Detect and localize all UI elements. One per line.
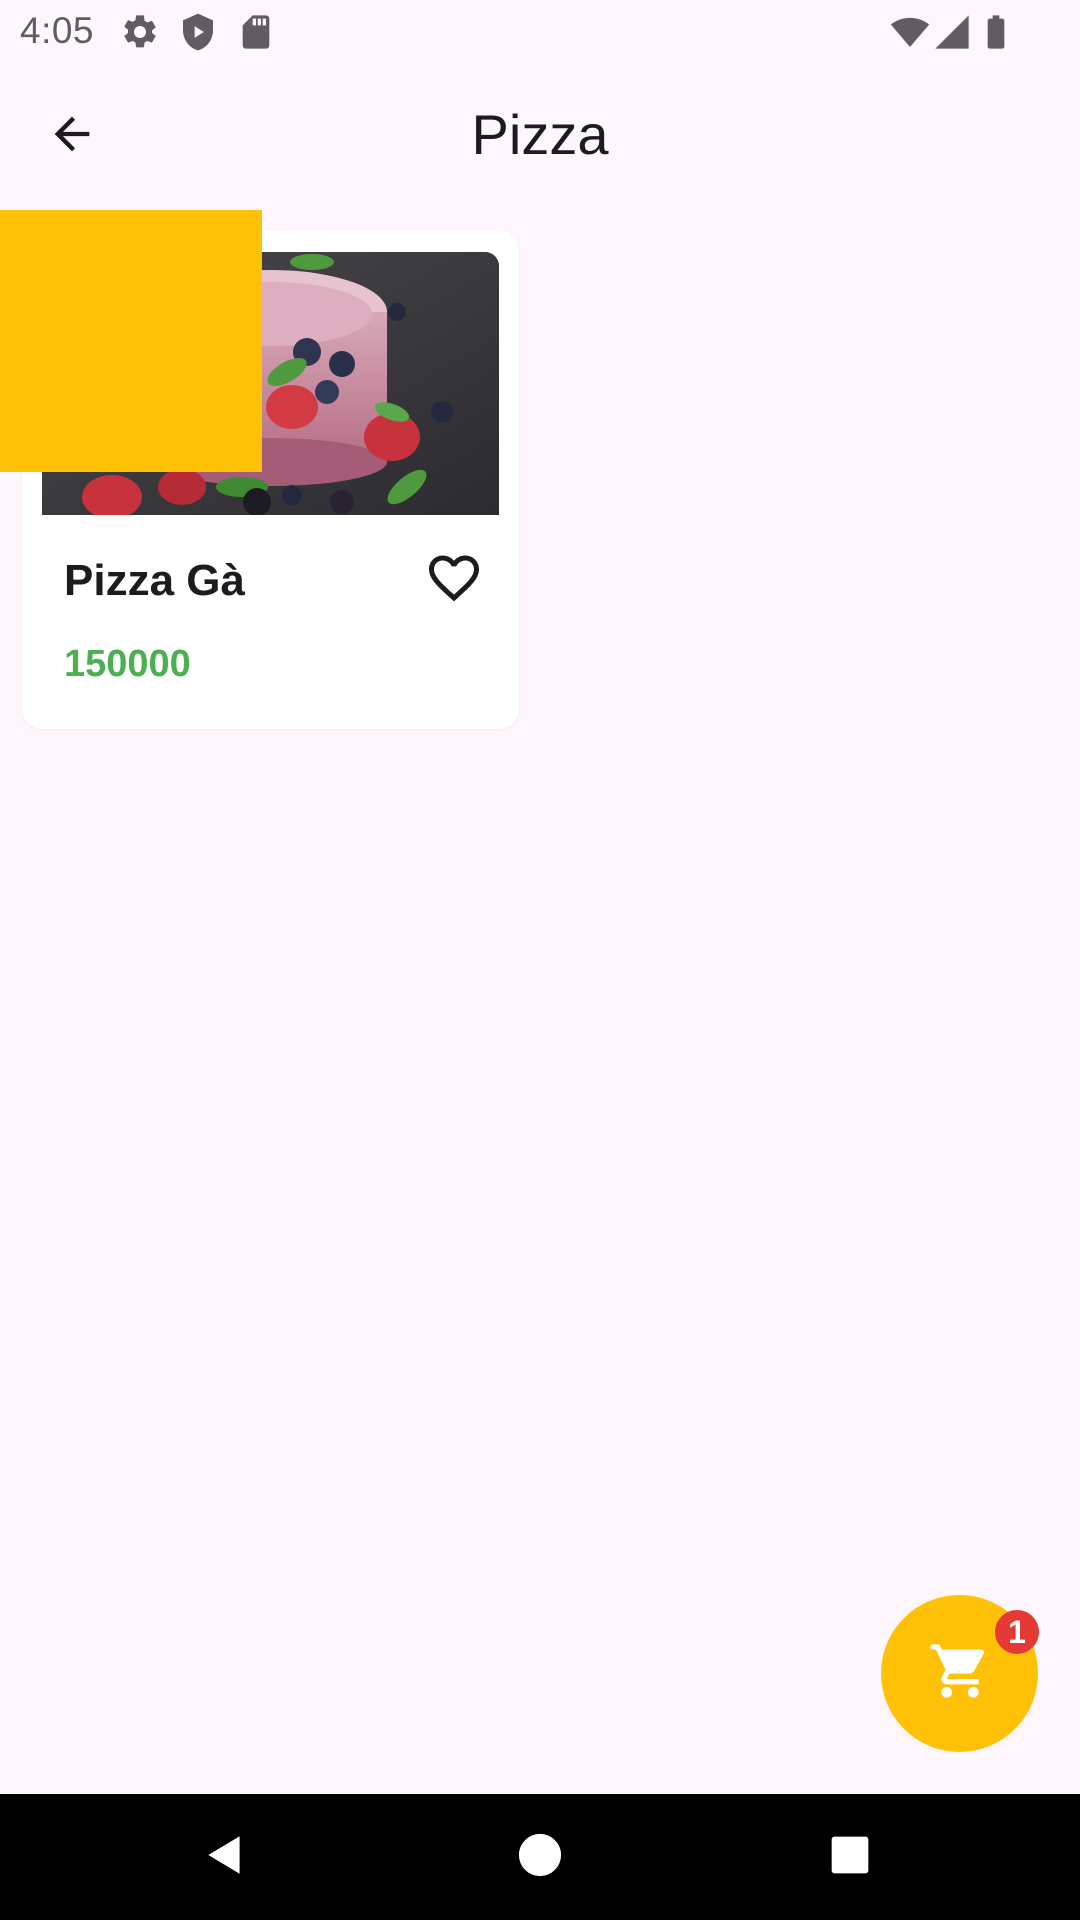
cart-badge: 1: [995, 1610, 1039, 1654]
shopping-cart-icon: [928, 1639, 992, 1708]
heart-outline-icon: [424, 548, 484, 613]
signal-icon: [932, 12, 972, 52]
product-name: Pizza Gà: [64, 556, 245, 605]
app-bar: Pizza: [0, 64, 1080, 206]
favorite-button[interactable]: [410, 536, 498, 624]
home-circle-icon: [517, 1832, 563, 1883]
back-triangle-icon: [200, 1830, 250, 1885]
recents-square-icon: [828, 1833, 872, 1882]
status-bar: 4:05: [0, 0, 1080, 64]
product-price: 150000: [64, 643, 191, 685]
navigation-bar: [0, 1794, 1080, 1920]
gear-icon: [120, 12, 160, 52]
shield-icon: [178, 12, 218, 52]
nav-recents-button[interactable]: [817, 1824, 883, 1890]
nav-back-button[interactable]: [192, 1824, 258, 1890]
page-title: Pizza: [471, 103, 609, 166]
battery-icon: [976, 12, 1016, 52]
wifi-icon: [890, 12, 930, 52]
status-time: 4:05: [20, 10, 95, 51]
overlay-square: [0, 210, 262, 472]
nav-home-button[interactable]: [507, 1824, 573, 1890]
sd-card-icon: [236, 12, 276, 52]
